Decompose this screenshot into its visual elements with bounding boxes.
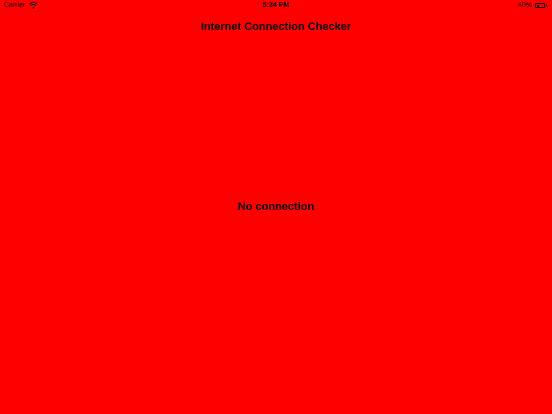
status-bar: Carrier 5:34 PM 40%	[0, 0, 552, 11]
battery-fill	[536, 4, 540, 7]
battery-body	[535, 3, 545, 8]
status-bar-right: 40%	[518, 0, 547, 11]
app-screen: Carrier 5:34 PM 40% Internet Connection …	[0, 0, 552, 414]
status-bar-time: 5:34 PM	[262, 2, 290, 9]
battery-icon	[535, 3, 547, 8]
battery-tip	[546, 4, 547, 7]
battery-percent: 40%	[517, 2, 532, 9]
connection-status-message: No connection	[237, 201, 315, 213]
page-title: Internet Connection Checker	[200, 21, 352, 33]
